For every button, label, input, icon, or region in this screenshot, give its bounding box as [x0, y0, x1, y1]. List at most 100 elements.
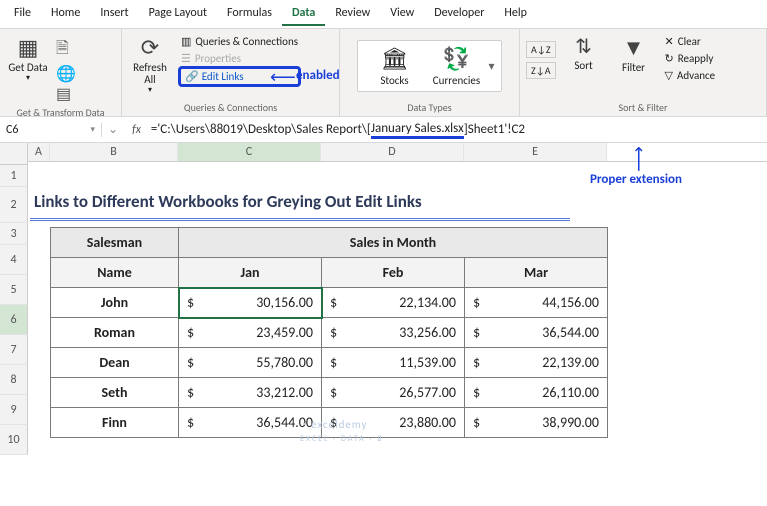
row-header[interactable]: 6	[0, 305, 28, 335]
reapply-filter-button[interactable]: ↻ Reapply	[662, 50, 719, 67]
fx-icon[interactable]: fx	[124, 123, 149, 137]
cell-value: 23,880.00	[399, 414, 456, 431]
header-salesman[interactable]: Salesman	[51, 228, 179, 258]
cell-name[interactable]: Seth	[51, 378, 179, 408]
properties-label: Properties	[195, 52, 241, 65]
row-header[interactable]: 4	[0, 245, 28, 275]
from-text-icon[interactable]: 🗎	[56, 37, 76, 64]
group-queries-connections-label: Queries & Connections	[128, 99, 333, 116]
cell-mar[interactable]: $22,139.00	[465, 348, 608, 378]
select-all-corner[interactable]	[0, 143, 28, 165]
menu-insert[interactable]: Insert	[90, 2, 138, 26]
sort-desc-button[interactable]: Z↓A	[526, 62, 556, 79]
properties-button[interactable]: ☰ Properties	[178, 50, 301, 67]
cell-value: 38,990.00	[542, 414, 599, 431]
clear-filter-button[interactable]: ✕Clear	[662, 33, 719, 50]
subheader-mar[interactable]: Mar	[465, 258, 608, 288]
sort-button[interactable]: ⇅Sort	[562, 33, 606, 75]
menu-bar: File Home Insert Page Layout Formulas Da…	[0, 0, 767, 29]
name-box[interactable]: C6 ▾	[0, 123, 102, 137]
connections-icon: ▥	[181, 35, 191, 48]
cell-feb[interactable]: $22,134.00	[322, 288, 465, 318]
reapply-icon: ↻	[665, 52, 674, 65]
table-row: Roman $23,459.00 $33,256.00 $36,544.00	[51, 318, 608, 348]
menu-help[interactable]: Help	[494, 2, 537, 26]
menu-developer[interactable]: Developer	[424, 2, 494, 26]
menu-data[interactable]: Data	[282, 2, 325, 26]
cell-value: 22,139.00	[542, 354, 599, 371]
cell-name[interactable]: John	[51, 288, 179, 318]
cell-jan[interactable]: $55,780.00	[179, 348, 322, 378]
refresh-all-button[interactable]: ⟳ Refresh All▾	[128, 33, 172, 98]
col-header[interactable]: C	[178, 143, 321, 161]
cell-jan[interactable]: $30,156.00	[179, 288, 322, 318]
cell-value: 36,544.00	[542, 324, 599, 341]
cell-mar[interactable]: $38,990.00	[465, 408, 608, 438]
filter-button[interactable]: ▼Filter	[612, 33, 656, 77]
cell-mar[interactable]: $36,544.00	[465, 318, 608, 348]
dropdown-icon: ▾	[148, 86, 152, 95]
queries-connections-button[interactable]: ▥Queries & Connections	[178, 33, 301, 50]
get-data-button[interactable]: ▦ Get Data▾	[6, 33, 50, 86]
row-header[interactable]: 10	[0, 425, 28, 455]
properties-icon: ☰	[181, 52, 191, 65]
advanced-icon: ▽	[665, 69, 673, 82]
advanced-filter-button[interactable]: ▽Advance	[662, 67, 719, 84]
cell-jan[interactable]: $33,212.00	[179, 378, 322, 408]
cell-feb[interactable]: $23,880.00	[322, 408, 465, 438]
cell-feb[interactable]: $26,577.00	[322, 378, 465, 408]
group-sort-filter-label: Sort & Filter	[526, 99, 760, 116]
currency-symbol: $	[473, 354, 480, 371]
cell-jan[interactable]: $36,544.00	[179, 408, 322, 438]
formula-post: ]Sheet1'!C2	[464, 122, 525, 137]
menu-file[interactable]: File	[4, 2, 41, 26]
col-header[interactable]: A	[28, 143, 50, 161]
row-header[interactable]: 5	[0, 275, 28, 305]
stocks-type[interactable]: 🏛Stocks	[364, 45, 424, 87]
subheader-feb[interactable]: Feb	[322, 258, 465, 288]
cell-name[interactable]: Roman	[51, 318, 179, 348]
row-header[interactable]: 9	[0, 395, 28, 425]
col-header[interactable]: E	[464, 143, 607, 161]
cell-feb[interactable]: $33,256.00	[322, 318, 465, 348]
cell-name[interactable]: Dean	[51, 348, 179, 378]
dropdown-icon[interactable]: ▾	[90, 124, 95, 135]
row-header[interactable]: 8	[0, 365, 28, 395]
currency-symbol: $	[473, 294, 480, 311]
row-header[interactable]: 7	[0, 335, 28, 365]
gallery-more-icon[interactable]: ▾	[488, 59, 494, 74]
table-row: Seth $33,212.00 $26,577.00 $26,110.00	[51, 378, 608, 408]
cell-feb[interactable]: $11,539.00	[322, 348, 465, 378]
menu-view[interactable]: View	[380, 2, 424, 26]
cell-mar[interactable]: $44,156.00	[465, 288, 608, 318]
row-header[interactable]: 2	[0, 187, 28, 223]
sheet-title: Links to Different Workbooks for Greying…	[28, 187, 608, 218]
cell-mar[interactable]: $26,110.00	[465, 378, 608, 408]
col-header[interactable]: D	[321, 143, 464, 161]
menu-page-layout[interactable]: Page Layout	[139, 2, 217, 26]
formula-bar[interactable]: ='C:\Users\88019\Desktop\Sales Report\[J…	[149, 121, 767, 139]
cell-name[interactable]: Finn	[51, 408, 179, 438]
data-table: Salesman Sales in Month Name Jan Feb Mar…	[50, 227, 608, 438]
row-header[interactable]: 1	[0, 165, 28, 187]
header-sales-month[interactable]: Sales in Month	[179, 228, 608, 258]
data-types-gallery[interactable]: 🏛Stocks 💱Currencies ▾	[357, 40, 501, 92]
currency-symbol: $	[330, 294, 337, 311]
from-table-icon[interactable]: ▤	[56, 84, 76, 104]
sort-icon: ⇅	[575, 36, 592, 58]
sort-asc-button[interactable]: A↓Z	[526, 41, 556, 58]
subheader-name[interactable]: Name	[51, 258, 179, 288]
menu-home[interactable]: Home	[41, 2, 90, 26]
currencies-type[interactable]: 💱Currencies	[426, 45, 486, 87]
col-header[interactable]: B	[50, 143, 178, 161]
row-header[interactable]: 3	[0, 223, 28, 245]
menu-formulas[interactable]: Formulas	[217, 2, 282, 26]
from-web-icon[interactable]: 🌐	[56, 64, 76, 84]
group-data-types-label: Data Types	[346, 99, 513, 116]
cell-jan[interactable]: $23,459.00	[179, 318, 322, 348]
clear-icon: ✕	[665, 35, 674, 48]
subheader-jan[interactable]: Jan	[179, 258, 322, 288]
insert-function-button[interactable]: ⌄	[102, 122, 124, 137]
reapply-label: Reapply	[678, 52, 714, 65]
menu-review[interactable]: Review	[325, 2, 380, 26]
